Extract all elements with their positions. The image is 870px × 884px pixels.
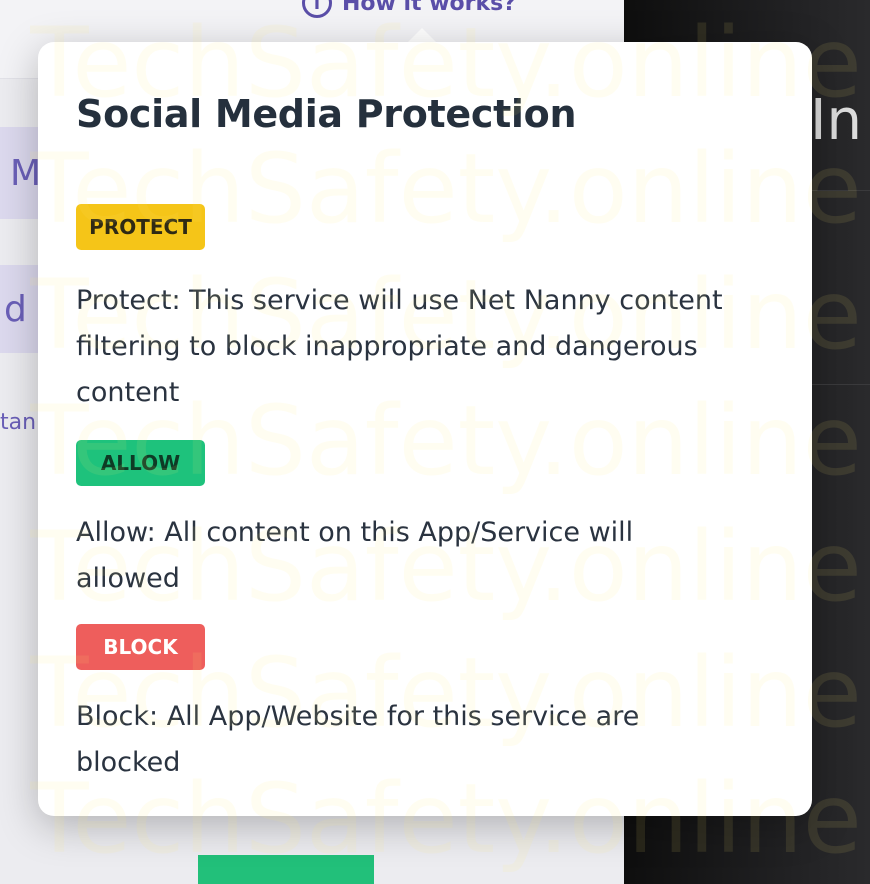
allow-description: Allow: All content on this App/Service w…	[76, 517, 634, 594]
protect-description: Protect: This service will use Net Nanny…	[76, 285, 723, 408]
how-it-works-popover: Social Media Protection PROTECT Protect:…	[38, 42, 812, 816]
popover-title: Social Media Protection	[76, 92, 577, 136]
how-it-works-link[interactable]: i How it works?	[302, 0, 516, 18]
how-it-works-label: How it works?	[342, 0, 517, 16]
allow-badge: ALLOW	[76, 440, 205, 486]
background-category-chip[interactable]: d	[0, 265, 40, 353]
background-dark-heading: In	[810, 88, 863, 153]
background-green-button[interactable]	[198, 855, 374, 884]
protect-badge: PROTECT	[76, 204, 205, 250]
block-badge: BLOCK	[76, 624, 205, 670]
background-side-text: tan	[0, 410, 37, 435]
background-category-chip[interactable]: M	[0, 127, 41, 219]
info-icon: i	[302, 0, 332, 18]
block-description: Block: All App/Website for this service …	[76, 701, 640, 778]
